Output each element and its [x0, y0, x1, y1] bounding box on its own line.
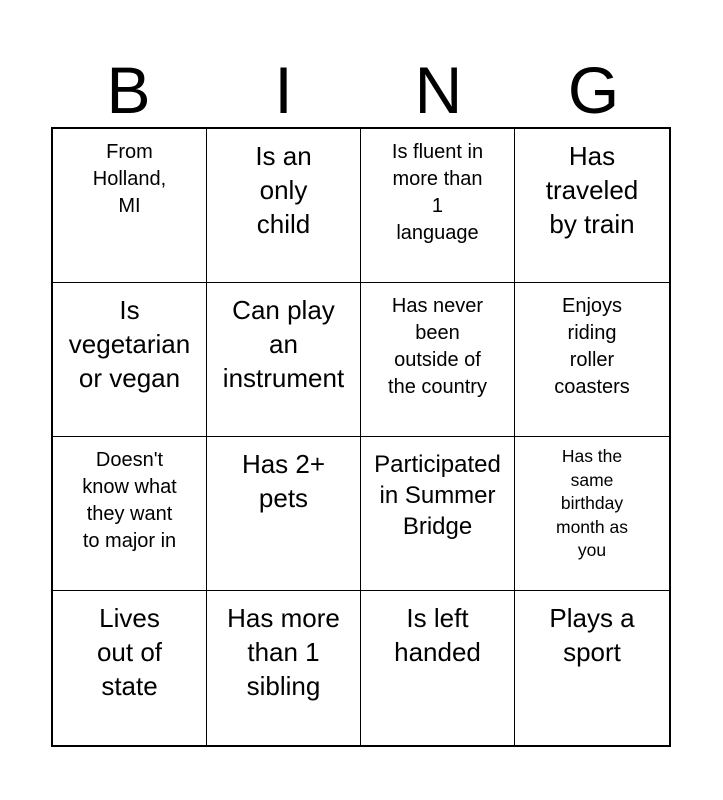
- cell-text: Enjoys riding roller coasters: [554, 295, 630, 398]
- bingo-cell[interactable]: Enjoys riding roller coasters: [515, 283, 669, 437]
- header-letter-n: N: [414, 53, 463, 127]
- bingo-cell[interactable]: Lives out of state: [53, 591, 207, 745]
- cell-text: Has traveled by train: [545, 141, 639, 239]
- bingo-cell[interactable]: Is an only child: [207, 129, 361, 283]
- bingo-header: B I N G: [51, 52, 671, 128]
- bingo-cell[interactable]: Participated in Summer Bridge: [361, 437, 515, 591]
- cell-text: Is an only child: [255, 141, 312, 239]
- bingo-cell[interactable]: Can play an instrument: [207, 283, 361, 437]
- cell-text: Has more than 1 sibling: [227, 603, 340, 701]
- header-letter-b: B: [106, 53, 151, 127]
- bingo-grid: From Holland, MI Is an only child Is flu…: [51, 127, 671, 747]
- bingo-cell[interactable]: Plays a sport: [515, 591, 669, 745]
- cell-text: Has never been outside of the country: [388, 295, 487, 398]
- bingo-cell[interactable]: Doesn't know what they want to major in: [53, 437, 207, 591]
- bingo-cell[interactable]: Has the same birthday month as you: [515, 437, 669, 591]
- bingo-cell[interactable]: Is left handed: [361, 591, 515, 745]
- cell-text: Is fluent in more than 1 language: [391, 141, 484, 244]
- cell-text: Has 2+ pets: [241, 449, 326, 513]
- bingo-cell[interactable]: Has 2+ pets: [207, 437, 361, 591]
- cell-text: Is left handed: [394, 603, 481, 667]
- header-letter-i: I: [274, 53, 293, 127]
- cell-text: Doesn't know what they want to major in: [82, 449, 177, 552]
- header-letter-g: G: [567, 53, 620, 127]
- cell-text: Lives out of state: [96, 603, 163, 701]
- cell-text: Has the same birthday month as you: [556, 446, 628, 560]
- cell-text: From Holland, MI: [92, 141, 167, 217]
- cell-text: Can play an instrument: [222, 295, 345, 393]
- bingo-cell[interactable]: Has more than 1 sibling: [207, 591, 361, 745]
- bingo-cell[interactable]: Is vegetarian or vegan: [53, 283, 207, 437]
- cell-text: Is vegetarian or vegan: [68, 295, 191, 393]
- bingo-cell[interactable]: Has never been outside of the country: [361, 283, 515, 437]
- cell-text: Plays a sport: [549, 603, 635, 667]
- bingo-cell[interactable]: Is fluent in more than 1 language: [361, 129, 515, 283]
- cell-text: Participated in Summer Bridge: [374, 451, 501, 540]
- bingo-cell[interactable]: Has traveled by train: [515, 129, 669, 283]
- bingo-cell[interactable]: From Holland, MI: [53, 129, 207, 283]
